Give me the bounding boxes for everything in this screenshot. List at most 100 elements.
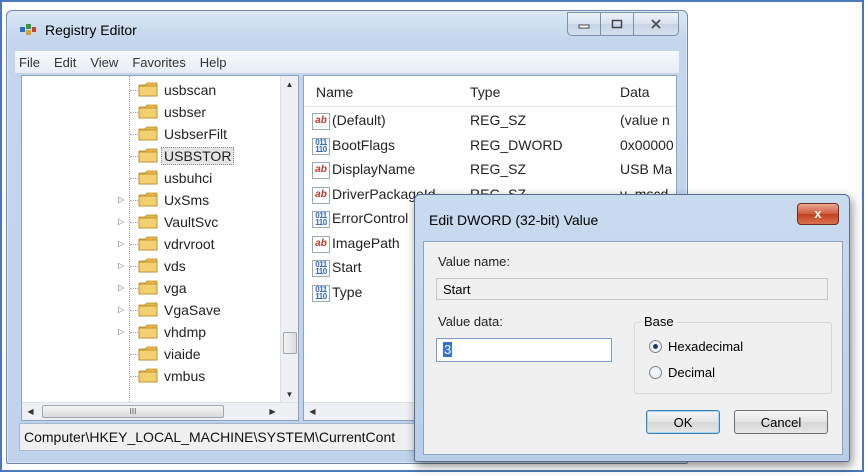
tree-item[interactable]: USBSTOR — [22, 145, 282, 167]
value-data-cell: 0x00000 — [620, 136, 674, 153]
tree-branch-line — [130, 244, 138, 245]
value-name-cell: (Default) — [332, 112, 386, 128]
dialog-close-button[interactable]: x — [797, 203, 839, 225]
decimal-radio[interactable]: Decimal — [649, 365, 715, 380]
dword-value-icon: 011 110 — [312, 211, 330, 228]
value-row[interactable]: ab (Default) REG_SZ (value n — [304, 110, 676, 133]
tree-item[interactable]: ▷ VaultSvc — [22, 211, 282, 233]
menu-file[interactable]: File — [15, 55, 47, 70]
value-name-cell: Type — [332, 283, 363, 300]
expand-arrow-icon[interactable]: ▷ — [118, 305, 126, 315]
tree-item[interactable]: UsbserFilt — [22, 123, 282, 145]
tree-item-label: UsbserFilt — [164, 126, 228, 142]
expand-arrow-icon[interactable]: ▷ — [118, 327, 126, 337]
menu-view[interactable]: View — [83, 55, 125, 70]
tree-hscroll-thumb[interactable]: III — [42, 405, 224, 418]
menu-favorites[interactable]: Favorites — [125, 55, 192, 70]
tree-scroll-thumb[interactable] — [283, 332, 297, 354]
scroll-down-arrow-icon[interactable]: ▼ — [281, 386, 298, 403]
tree-branch-line — [130, 222, 138, 223]
tree-branch-line — [130, 134, 138, 135]
tree-item-label: vga — [164, 280, 187, 296]
menu-bar: File Edit View Favorites Help — [15, 51, 679, 74]
tree-item-label: usbuhci — [164, 170, 213, 186]
expand-arrow-icon[interactable]: ▷ — [118, 195, 126, 205]
tree-item[interactable]: ▷ vds — [22, 255, 282, 277]
string-value-icon: ab — [312, 113, 330, 130]
minimize-button[interactable] — [567, 12, 600, 36]
folder-icon — [138, 324, 158, 339]
value-row[interactable]: ab DisplayName REG_SZ USB Ma — [304, 159, 676, 182]
value-name-cell: BootFlags — [332, 136, 396, 153]
ok-button[interactable]: OK — [646, 410, 720, 434]
close-button[interactable] — [633, 12, 679, 36]
tree-item[interactable]: usbser — [22, 101, 282, 123]
column-data-header[interactable]: Data — [620, 84, 650, 100]
value-name-cell: ImagePath — [332, 234, 400, 251]
value-name-cell: ErrorControl — [332, 210, 409, 226]
hexadecimal-radio[interactable]: Hexadecimal — [649, 339, 743, 354]
tree-item-label: vhdmp — [164, 324, 207, 340]
column-type-header[interactable]: Type — [470, 84, 500, 100]
expand-arrow-icon[interactable]: ▷ — [118, 283, 126, 293]
tree-item-label: vds — [164, 258, 186, 274]
tree-item[interactable]: viaide — [22, 343, 282, 365]
cancel-button[interactable]: Cancel — [734, 410, 828, 434]
value-name-cell: Start — [332, 259, 362, 275]
close-icon — [651, 19, 661, 29]
tree-item[interactable]: ▷ vhdmp — [22, 321, 282, 343]
folder-icon — [138, 148, 158, 163]
scroll-up-arrow-icon[interactable]: ▲ — [281, 76, 298, 93]
tree-item[interactable]: ▷ vdrvroot — [22, 233, 282, 255]
tree-item[interactable]: usbscan — [22, 79, 282, 101]
expand-arrow-icon[interactable]: ▷ — [118, 239, 126, 249]
tree-branch-line — [130, 288, 138, 289]
hexadecimal-label: Hexadecimal — [668, 339, 744, 354]
expand-arrow-icon[interactable]: ▷ — [118, 217, 126, 227]
value-name-field: Start — [436, 278, 828, 300]
dialog-close-icon: x — [814, 206, 822, 221]
tree-branch-line — [130, 332, 138, 333]
value-data-text: 3 — [443, 342, 453, 357]
maximize-icon — [611, 19, 623, 29]
menu-edit[interactable]: Edit — [47, 55, 83, 70]
maximize-button[interactable] — [600, 12, 633, 36]
menu-help[interactable]: Help — [193, 55, 234, 70]
tree-branch-line — [130, 266, 138, 267]
key-tree-pane[interactable]: usbscan usbser UsbserFilt USBSTOR usbuhci ▷ Ux… — [21, 75, 299, 421]
caption-buttons — [567, 12, 679, 36]
tree-vertical-scrollbar[interactable]: ▲ ▼ — [280, 76, 298, 403]
tree-horizontal-scrollbar[interactable]: ◀ III ▶ — [22, 402, 298, 420]
dword-value-icon: 011 110 — [312, 260, 330, 277]
title-bar[interactable]: Registry Editor — [7, 11, 687, 45]
string-value-icon: ab — [312, 186, 330, 204]
tree-item[interactable]: ▷ vga — [22, 277, 282, 299]
value-row[interactable]: 011 110 BootFlags REG_DWORD 0x00000 — [304, 135, 676, 158]
column-name-header[interactable]: Name — [316, 84, 353, 100]
values-scroll-left-arrow-icon[interactable]: ◀ — [304, 403, 321, 420]
string-value-icon: ab — [312, 162, 330, 179]
expand-arrow-icon[interactable]: ▷ — [118, 261, 126, 271]
folder-icon — [138, 346, 158, 361]
tree-item-label: usbser — [164, 104, 207, 120]
tree-item[interactable]: ▷ UxSms — [22, 189, 282, 211]
folder-icon — [138, 214, 158, 229]
dialog-body: Value name: Start Value data: 3 Base Hex… — [423, 241, 843, 455]
scroll-right-arrow-icon[interactable]: ▶ — [264, 403, 281, 420]
window-title: Registry Editor — [45, 22, 137, 38]
tree-item[interactable]: vmbus — [22, 365, 282, 387]
folder-icon — [138, 258, 158, 273]
tree-item[interactable]: ▷ VgaSave — [22, 299, 282, 321]
edit-dword-dialog: Edit DWORD (32-bit) Value x Value name: … — [414, 194, 850, 462]
value-data-input[interactable]: 3 — [436, 338, 612, 362]
value-data-cell: USB Ma — [620, 161, 673, 177]
tree-item[interactable]: usbuhci — [22, 167, 282, 189]
value-data-cell: (value n — [620, 112, 670, 128]
status-bar-path: Computer\HKEY_LOCAL_MACHINE\SYSTEM\Curre… — [19, 423, 455, 451]
value-name-label: Value name: — [438, 254, 511, 269]
tree-item-label: USBSTOR — [161, 147, 235, 165]
folder-icon — [138, 126, 158, 141]
folder-icon — [138, 368, 158, 383]
scroll-left-arrow-icon[interactable]: ◀ — [22, 403, 39, 420]
column-header: Name Type Data — [304, 76, 676, 107]
